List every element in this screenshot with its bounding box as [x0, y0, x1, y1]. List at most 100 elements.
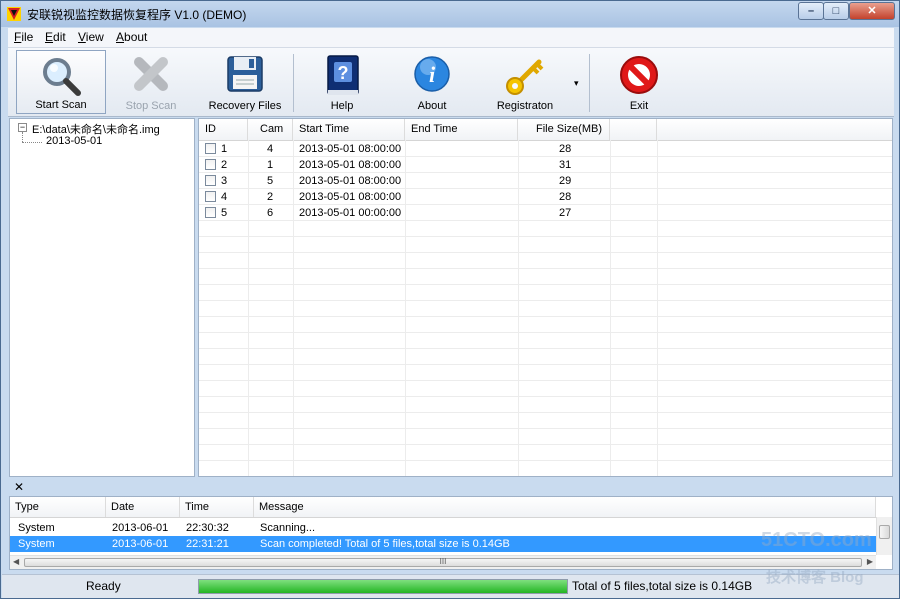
- grid-line: [199, 348, 892, 349]
- log-row-selected[interactable]: System 2013-06-01 22:31:21 Scan complete…: [10, 536, 876, 552]
- cell-start-time: 2013-05-01 08:00:00: [299, 175, 402, 187]
- recovery-files-label: Recovery Files: [208, 100, 282, 112]
- start-scan-button[interactable]: Start Scan: [16, 50, 106, 114]
- grid-line: [199, 284, 892, 285]
- row-checkbox[interactable]: [205, 191, 216, 202]
- log-horizontal-scrollbar[interactable]: ◀ III ▶: [10, 555, 876, 569]
- menu-view[interactable]: View: [78, 30, 104, 44]
- about-label: About: [417, 100, 447, 112]
- log-cell-date: 2013-06-01: [112, 522, 169, 534]
- help-book-icon: ?: [327, 55, 359, 95]
- window-title: 安联锐视监控数据恢复程序 V1.0 (DEMO): [27, 8, 247, 22]
- watermark: 51CTO.com: [761, 529, 872, 551]
- column-file-size[interactable]: File Size(MB): [518, 119, 610, 140]
- scroll-left-icon[interactable]: ◀: [13, 557, 19, 566]
- table-row[interactable]: 3 5 2013-05-01 08:00:00 29: [199, 173, 892, 189]
- scan-progress-bar: [198, 579, 568, 594]
- title-bar[interactable]: 安联锐视监控数据恢复程序 V1.0 (DEMO) – □ ✕: [1, 1, 899, 27]
- scroll-right-icon[interactable]: ▶: [867, 557, 873, 566]
- grid-line: [199, 236, 892, 237]
- column-end-time[interactable]: End Time: [405, 119, 518, 140]
- exit-button[interactable]: Exit: [596, 50, 682, 114]
- about-button[interactable]: i About: [390, 50, 474, 114]
- scroll-thumb[interactable]: [879, 525, 890, 539]
- registration-label: Registraton: [496, 100, 554, 112]
- log-cell-time: 22:30:32: [186, 522, 229, 534]
- row-checkbox[interactable]: [205, 159, 216, 170]
- column-blank: [610, 119, 657, 140]
- magnifier-icon: [43, 58, 81, 96]
- table-row[interactable]: 5 6 2013-05-01 00:00:00 27: [199, 205, 892, 221]
- cell-start-time: 2013-05-01 00:00:00: [299, 207, 402, 219]
- column-id[interactable]: ID: [199, 119, 248, 140]
- menu-edit[interactable]: Edit: [45, 30, 66, 44]
- cell-file-size: 29: [559, 175, 572, 187]
- log-row[interactable]: System 2013-06-01 22:30:32 Scanning...: [10, 520, 876, 536]
- column-start-time[interactable]: Start Time: [293, 119, 405, 140]
- no-entry-icon: [620, 56, 658, 94]
- grid-line: [199, 252, 892, 253]
- toolbar-separator: [293, 54, 294, 112]
- menu-file[interactable]: File: [14, 30, 33, 44]
- registration-dropdown-arrow[interactable]: ▾: [574, 78, 579, 89]
- help-button[interactable]: ? Help: [300, 50, 384, 114]
- cell-id: 3: [221, 175, 228, 187]
- grid-line: [199, 444, 892, 445]
- cell-id: 4: [221, 191, 228, 203]
- toolbar: Start Scan Stop Scan Recovery Files ? He…: [8, 48, 894, 117]
- file-list: ID Cam Start Time End Time File Size(MB): [198, 118, 893, 477]
- row-checkbox[interactable]: [205, 175, 216, 186]
- log-cell-type: System: [18, 522, 55, 534]
- grid-line: [199, 268, 892, 269]
- log-cell-date: 2013-06-01: [112, 538, 169, 550]
- table-row[interactable]: 1 4 2013-05-01 08:00:00 28: [199, 141, 892, 157]
- toolbar-separator: [589, 54, 590, 112]
- key-icon: [506, 59, 544, 95]
- row-checkbox[interactable]: [205, 143, 216, 154]
- column-type[interactable]: Type: [10, 497, 106, 517]
- info-icon: i: [414, 56, 450, 92]
- cell-cam: 5: [267, 175, 274, 187]
- grid-line: [199, 300, 892, 301]
- table-row[interactable]: 2 1 2013-05-01 08:00:00 31: [199, 157, 892, 173]
- cell-cam: 1: [267, 159, 274, 171]
- file-list-header: ID Cam Start Time End Time File Size(MB): [199, 119, 892, 141]
- cell-id: 2: [221, 159, 228, 171]
- minimize-button[interactable]: –: [798, 2, 824, 20]
- stop-scan-button[interactable]: Stop Scan: [108, 50, 194, 114]
- cell-cam: 4: [267, 143, 274, 155]
- floppy-disk-icon: [227, 56, 263, 92]
- maximize-button[interactable]: □: [823, 2, 849, 20]
- column-message[interactable]: Message: [254, 497, 876, 517]
- tree-connector: [22, 132, 24, 142]
- log-panel-caption: ✕: [9, 479, 893, 495]
- watermark-subtitle: 技术博客 Blog: [766, 569, 864, 586]
- log-close-icon[interactable]: ✕: [14, 480, 24, 494]
- stop-x-icon: [134, 57, 168, 91]
- tree-date-node[interactable]: 2013-05-01: [46, 135, 102, 147]
- grid-line: [199, 316, 892, 317]
- close-button[interactable]: ✕: [849, 2, 895, 20]
- tree-collapse-toggle[interactable]: −: [18, 123, 27, 132]
- row-checkbox[interactable]: [205, 207, 216, 218]
- cell-cam: 6: [267, 207, 274, 219]
- cell-file-size: 28: [559, 191, 572, 203]
- progress-fill: [199, 580, 567, 593]
- table-row[interactable]: 4 2 2013-05-01 08:00:00 28: [199, 189, 892, 205]
- column-date[interactable]: Date: [106, 497, 180, 517]
- registration-button[interactable]: Registraton: [480, 50, 570, 114]
- grid-line: [199, 380, 892, 381]
- column-time[interactable]: Time: [180, 497, 254, 517]
- svg-text:?: ?: [338, 63, 349, 83]
- cell-file-size: 31: [559, 159, 572, 171]
- grid-line: [199, 332, 892, 333]
- menu-about[interactable]: About: [116, 30, 147, 44]
- recovery-files-button[interactable]: Recovery Files: [200, 50, 290, 114]
- column-cam[interactable]: Cam: [248, 119, 293, 140]
- scroll-thumb[interactable]: III: [24, 558, 862, 567]
- menu-bar: File Edit View About: [8, 28, 894, 48]
- cell-cam: 2: [267, 191, 274, 203]
- log-vertical-scrollbar[interactable]: [876, 517, 892, 555]
- grid-line: [199, 396, 892, 397]
- log-cell-message: Scanning...: [260, 522, 316, 534]
